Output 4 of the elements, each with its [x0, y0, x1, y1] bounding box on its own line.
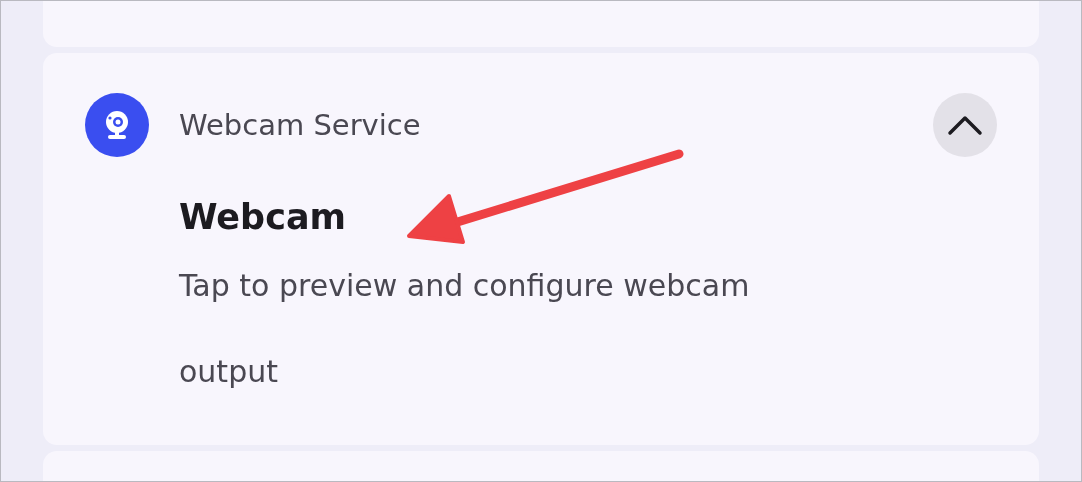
card-description: Tap to preview and configure webcam output	[179, 267, 751, 391]
chevron-icon	[947, 114, 983, 136]
service-label: Webcam Service	[179, 108, 422, 142]
card-title: Webcam	[179, 197, 347, 237]
